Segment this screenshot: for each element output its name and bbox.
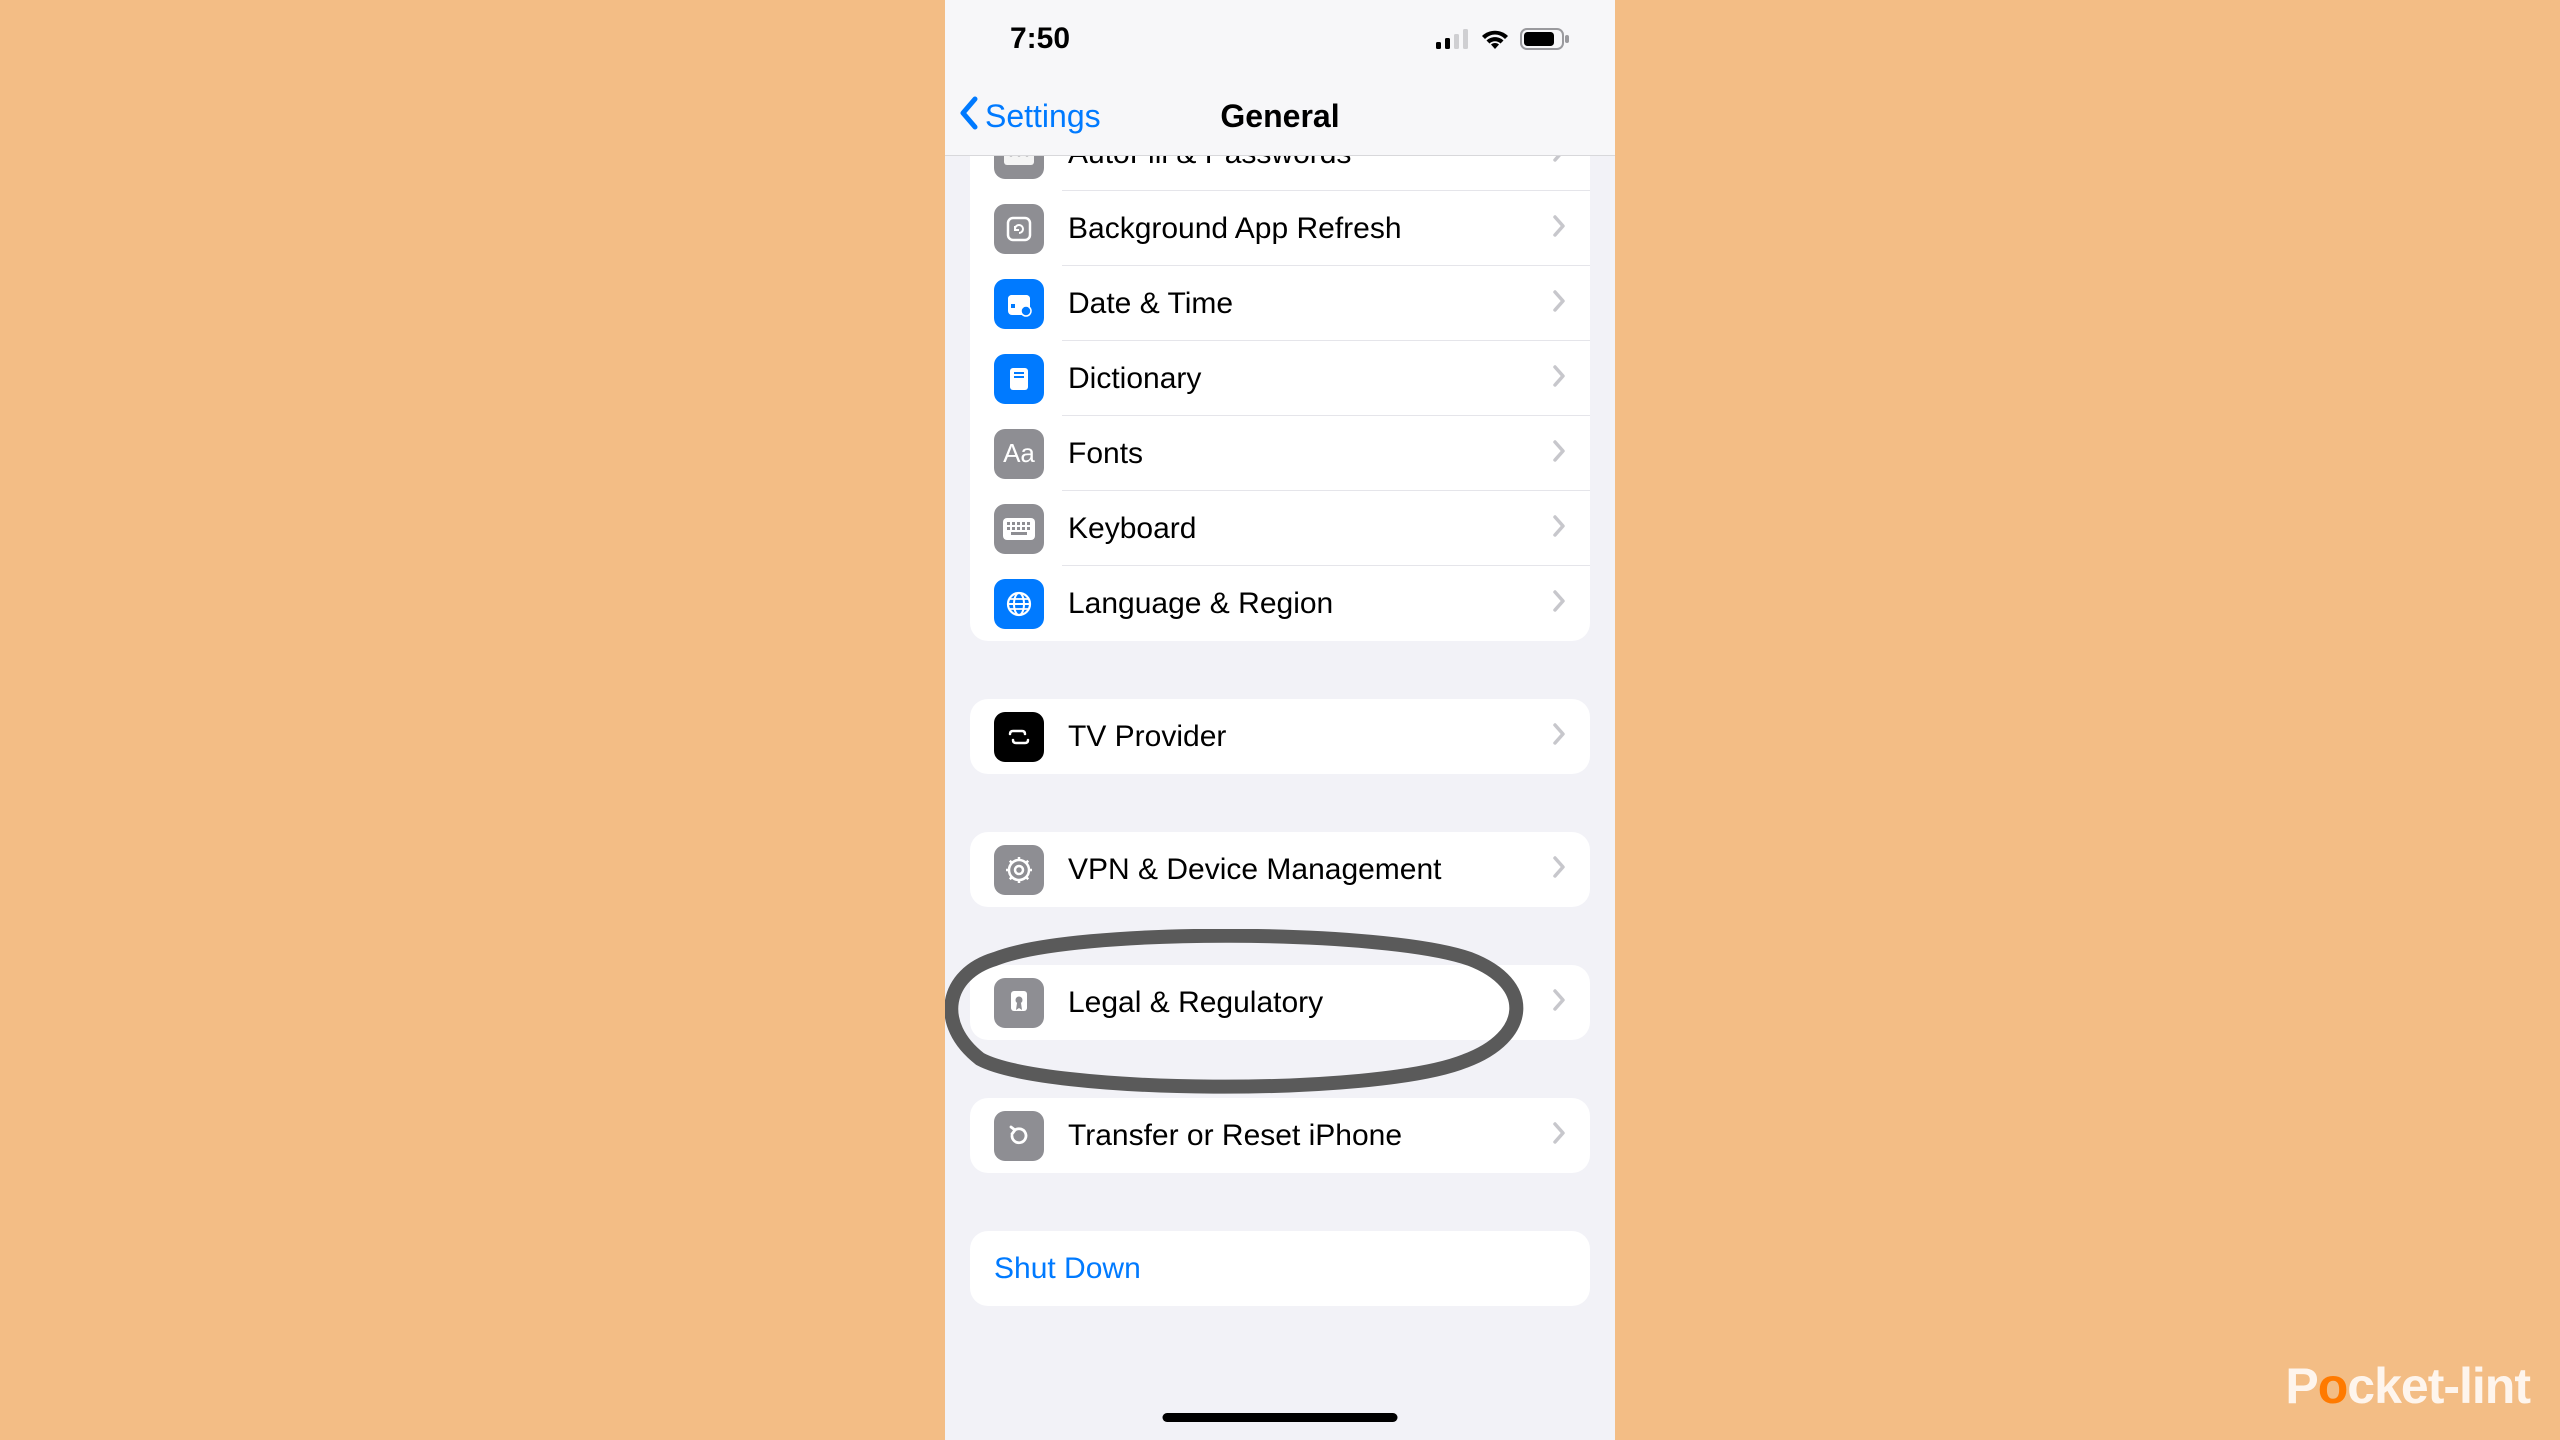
globe-icon xyxy=(994,579,1044,629)
battery-icon xyxy=(1520,28,1570,50)
gear-icon xyxy=(994,845,1044,895)
row-label: Background App Refresh xyxy=(1068,212,1552,246)
row-label: Date & Time xyxy=(1068,287,1552,321)
settings-section-tv: TV Provider xyxy=(970,699,1590,774)
row-label: AutoFill & Passwords xyxy=(1068,156,1552,171)
book-icon xyxy=(994,354,1044,404)
chevron-right-icon xyxy=(1552,439,1566,468)
home-indicator[interactable] xyxy=(1163,1413,1398,1422)
chevron-right-icon xyxy=(1552,1121,1566,1150)
row-label: Language & Region xyxy=(1068,587,1552,621)
calendar-icon xyxy=(994,279,1044,329)
wifi-icon xyxy=(1480,28,1510,50)
chevron-right-icon xyxy=(1552,855,1566,884)
chevron-right-icon xyxy=(1552,289,1566,318)
settings-section-vpn: VPN & Device Management xyxy=(970,832,1590,907)
row-shut-down[interactable]: Shut Down xyxy=(970,1231,1590,1306)
chevron-right-icon xyxy=(1552,214,1566,243)
back-button[interactable]: Settings xyxy=(945,95,1101,139)
row-label: Keyboard xyxy=(1068,512,1552,546)
chevron-right-icon xyxy=(1552,514,1566,543)
row-language-region[interactable]: Language & Region xyxy=(970,566,1590,641)
row-label: Transfer or Reset iPhone xyxy=(1068,1119,1552,1153)
row-vpn-device-management[interactable]: VPN & Device Management xyxy=(970,832,1590,907)
settings-section-main: AutoFill & Passwords Background App Refr… xyxy=(970,156,1590,641)
row-label: Fonts xyxy=(1068,437,1552,471)
nav-bar: Settings General xyxy=(945,78,1615,156)
row-dictionary[interactable]: Dictionary xyxy=(970,341,1590,416)
content-scroll[interactable]: AutoFill & Passwords Background App Refr… xyxy=(945,156,1615,1440)
row-keyboard[interactable]: Keyboard xyxy=(970,491,1590,566)
nav-title: General xyxy=(1220,98,1339,135)
row-label: Legal & Regulatory xyxy=(1068,986,1552,1020)
chevron-right-icon xyxy=(1552,988,1566,1017)
row-fonts[interactable]: Aa Fonts xyxy=(970,416,1590,491)
row-label: VPN & Device Management xyxy=(1068,853,1552,887)
settings-section-legal: Legal & Regulatory xyxy=(970,965,1590,1040)
row-label: Shut Down xyxy=(994,1252,1566,1286)
chevron-left-icon xyxy=(957,95,981,139)
row-background-app-refresh[interactable]: Background App Refresh xyxy=(970,191,1590,266)
row-date-time[interactable]: Date & Time xyxy=(970,266,1590,341)
row-label: TV Provider xyxy=(1068,720,1552,754)
phone-frame: 7:50 Settings General xyxy=(945,0,1615,1440)
tv-provider-icon xyxy=(994,712,1044,762)
status-bar: 7:50 xyxy=(945,0,1615,78)
autofill-icon xyxy=(994,156,1044,179)
row-tv-provider[interactable]: TV Provider xyxy=(970,699,1590,774)
chevron-right-icon xyxy=(1552,364,1566,393)
settings-section-shutdown: Shut Down xyxy=(970,1231,1590,1306)
refresh-icon xyxy=(994,204,1044,254)
keyboard-icon xyxy=(994,504,1044,554)
watermark-pocketlint: Pocket-lint xyxy=(2285,1357,2530,1415)
chevron-right-icon xyxy=(1552,589,1566,618)
watermark-prefix: P xyxy=(2285,1358,2317,1414)
chevron-right-icon xyxy=(1552,156,1566,168)
fonts-icon: Aa xyxy=(994,429,1044,479)
cellular-signal-icon xyxy=(1436,29,1470,49)
row-label: Dictionary xyxy=(1068,362,1552,396)
status-icons xyxy=(1436,28,1570,50)
row-transfer-reset[interactable]: Transfer or Reset iPhone xyxy=(970,1098,1590,1173)
row-autofill-passwords[interactable]: AutoFill & Passwords xyxy=(970,156,1590,191)
watermark-suffix: cket-lint xyxy=(2347,1358,2530,1414)
chevron-right-icon xyxy=(1552,722,1566,751)
back-label: Settings xyxy=(985,98,1101,135)
row-legal-regulatory[interactable]: Legal & Regulatory xyxy=(970,965,1590,1040)
certificate-icon xyxy=(994,978,1044,1028)
status-time: 7:50 xyxy=(1010,22,1070,56)
settings-section-transfer: Transfer or Reset iPhone xyxy=(970,1098,1590,1173)
reset-icon xyxy=(994,1111,1044,1161)
watermark-accent: o xyxy=(2318,1358,2348,1414)
